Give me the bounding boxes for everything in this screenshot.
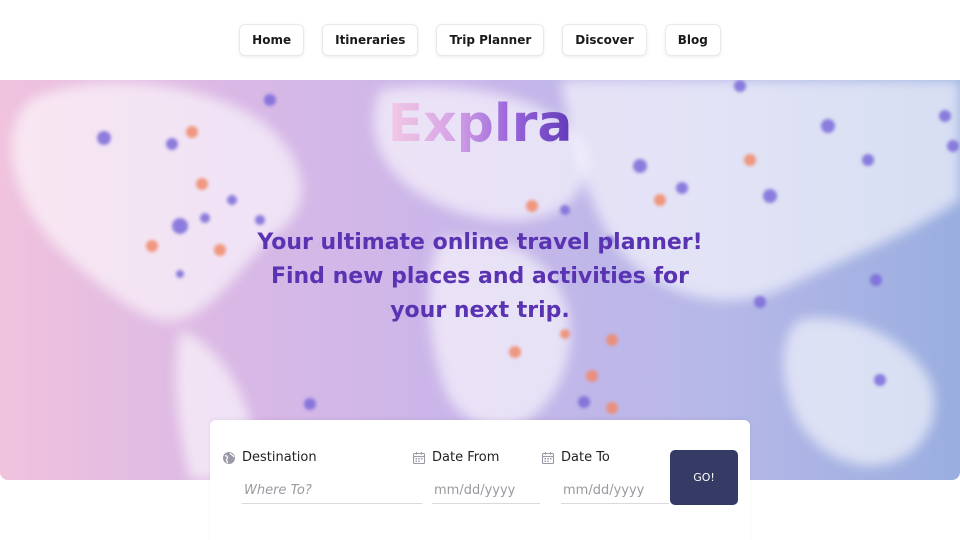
date-to-label: Date To (561, 450, 610, 465)
globe-icon (223, 451, 235, 464)
top-nav: Home Itineraries Trip Planner Discover B… (0, 0, 960, 80)
nav-home-button[interactable]: Home (239, 24, 305, 56)
nav-blog-button[interactable]: Blog (664, 24, 721, 56)
calendar-icon (412, 451, 426, 464)
nav-trip-planner-button[interactable]: Trip Planner (436, 24, 545, 56)
tagline-line-1: Your ultimate online travel planner! (257, 230, 703, 255)
destination-field: Destination (222, 450, 422, 504)
hero-tagline: Your ultimate online travel planner! Fin… (240, 226, 720, 328)
go-button[interactable]: GO! (670, 450, 738, 505)
search-panel: Destination Date From Date (210, 420, 750, 540)
nav-discover-button[interactable]: Discover (562, 24, 647, 56)
date-to-field: Date To (541, 450, 669, 504)
date-to-input[interactable] (561, 478, 669, 504)
brand-logo-text: Explra (380, 92, 580, 156)
tagline-line-2: Find new places and activities for your … (270, 264, 690, 323)
destination-input[interactable] (242, 478, 422, 504)
destination-label: Destination (242, 450, 317, 465)
date-from-input[interactable] (432, 478, 540, 504)
calendar-icon (541, 451, 555, 464)
date-from-field: Date From (412, 450, 540, 504)
date-from-label: Date From (432, 450, 500, 465)
brand-logo[interactable]: Explra (380, 92, 580, 156)
nav-itineraries-button[interactable]: Itineraries (322, 24, 419, 56)
